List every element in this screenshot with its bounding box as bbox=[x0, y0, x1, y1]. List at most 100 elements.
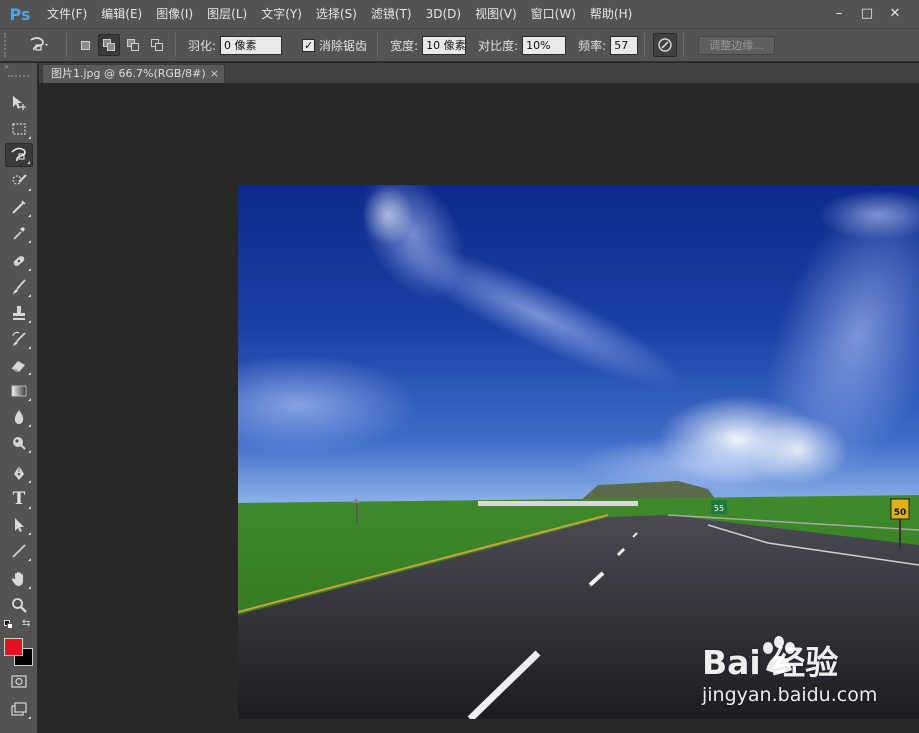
intersect-selection-button[interactable] bbox=[146, 34, 168, 56]
tablet-pressure-button[interactable] bbox=[653, 33, 678, 57]
move-tool[interactable] bbox=[5, 91, 33, 115]
paw-logo-icon bbox=[763, 636, 795, 673]
line-icon bbox=[12, 544, 26, 558]
subtract-from-selection-button[interactable] bbox=[122, 34, 144, 56]
menu-help[interactable]: 帮助(H) bbox=[583, 0, 639, 28]
restore-button[interactable]: □ bbox=[853, 5, 881, 23]
healing-brush-tool[interactable] bbox=[5, 249, 33, 273]
water-drop-icon bbox=[14, 410, 24, 424]
menu-file[interactable]: 文件(F) bbox=[40, 0, 94, 28]
exit-sign-number: 55 bbox=[714, 504, 724, 513]
brush-icon bbox=[13, 279, 26, 294]
clone-stamp-tool[interactable] bbox=[5, 301, 33, 325]
foreground-color-swatch[interactable] bbox=[4, 638, 23, 656]
submenu-indicator bbox=[27, 161, 30, 164]
antialias-checkbox[interactable]: ✓ bbox=[302, 38, 316, 52]
separator bbox=[683, 33, 685, 57]
watermark-url: jingyan.baidu.com bbox=[702, 684, 878, 706]
path-selection-tool[interactable] bbox=[5, 513, 33, 537]
type-tool[interactable]: T bbox=[5, 487, 33, 511]
type-icon: T bbox=[12, 489, 26, 509]
submenu-indicator bbox=[28, 346, 31, 349]
gradient-icon bbox=[11, 385, 27, 397]
zoom-tool[interactable] bbox=[5, 593, 33, 617]
collapse-toolbar-icon[interactable]: » bbox=[0, 63, 37, 73]
quick-mask-button[interactable] bbox=[5, 669, 33, 693]
move-icon bbox=[13, 96, 26, 110]
document-tab[interactable]: 图片1.jpg @ 66.7%(RGB/8#) × bbox=[42, 64, 225, 83]
feather-input[interactable]: 0 像素 bbox=[220, 35, 283, 55]
new-selection-icon bbox=[80, 40, 90, 50]
add-to-selection-button[interactable] bbox=[98, 34, 120, 56]
lasso-icon bbox=[11, 147, 26, 162]
menu-filter[interactable]: 滤镜(T) bbox=[364, 0, 419, 28]
toolbar-grip[interactable] bbox=[8, 75, 29, 83]
pen-pressure-icon bbox=[658, 38, 672, 52]
quick-selection-tool[interactable] bbox=[5, 169, 33, 193]
menu-window[interactable]: 窗口(W) bbox=[524, 0, 583, 28]
rectangular-marquee-tool[interactable] bbox=[5, 117, 33, 141]
menu-3d[interactable]: 3D(D) bbox=[419, 0, 468, 28]
frequency-input[interactable]: 57 bbox=[610, 35, 639, 55]
crop-icon bbox=[12, 200, 26, 214]
blur-tool[interactable] bbox=[5, 405, 33, 429]
screen-mode-icon bbox=[11, 702, 27, 716]
eyedropper-tool[interactable] bbox=[5, 221, 33, 245]
contrast-input[interactable]: 10% bbox=[522, 35, 567, 55]
photoshop-logo: Ps bbox=[9, 4, 31, 24]
dodge-icon bbox=[13, 437, 26, 450]
line-tool[interactable] bbox=[5, 539, 33, 563]
swap-colors-icon[interactable]: ⇆ bbox=[22, 618, 30, 629]
options-bar-grip[interactable] bbox=[4, 33, 10, 57]
submenu-indicator bbox=[28, 506, 31, 509]
eraser-icon bbox=[11, 361, 25, 372]
separator bbox=[66, 33, 67, 57]
separator bbox=[644, 33, 646, 57]
gradient-tool[interactable] bbox=[5, 379, 33, 403]
default-colors-icon[interactable] bbox=[4, 620, 14, 630]
submenu-indicator bbox=[28, 268, 31, 271]
screen-mode-button[interactable] bbox=[5, 697, 33, 721]
refine-edge-button[interactable]: 调整边缘... bbox=[698, 35, 775, 55]
pen-tool[interactable] bbox=[5, 461, 33, 485]
history-brush-tool[interactable] bbox=[5, 327, 33, 351]
menu-layer[interactable]: 图层(L) bbox=[200, 0, 254, 28]
menu-view[interactable]: 视图(V) bbox=[468, 0, 524, 28]
submenu-indicator bbox=[28, 450, 31, 453]
new-selection-button[interactable] bbox=[74, 34, 96, 56]
separator bbox=[377, 33, 379, 57]
frequency-label: 频率: bbox=[578, 38, 607, 53]
submenu-indicator bbox=[28, 558, 31, 561]
close-document-icon[interactable]: × bbox=[210, 65, 219, 82]
submenu-indicator bbox=[28, 214, 31, 217]
bandage-icon bbox=[13, 256, 25, 266]
submenu-indicator bbox=[28, 716, 31, 719]
brush-tool[interactable] bbox=[5, 275, 33, 299]
eyedropper-icon bbox=[13, 227, 25, 240]
menu-edit[interactable]: 编辑(E) bbox=[94, 0, 149, 28]
width-input[interactable]: 10 像素 bbox=[422, 35, 467, 55]
crop-tool[interactable] bbox=[5, 195, 33, 219]
submenu-indicator bbox=[28, 480, 31, 483]
menu-type[interactable]: 文字(Y) bbox=[254, 0, 309, 28]
menu-select[interactable]: 选择(S) bbox=[309, 0, 364, 28]
submenu-indicator bbox=[28, 320, 31, 323]
document-tab-bar: 图片1.jpg @ 66.7%(RGB/8#) × bbox=[39, 63, 919, 83]
baidu-jingyan-watermark: Bai 经验 jingyan.baidu.com bbox=[702, 636, 902, 716]
subtract-selection-icon bbox=[127, 39, 139, 51]
dodge-tool[interactable] bbox=[5, 431, 33, 455]
menu-image[interactable]: 图像(I) bbox=[149, 0, 200, 28]
submenu-indicator bbox=[28, 372, 31, 375]
submenu-indicator bbox=[28, 240, 31, 243]
hand-tool[interactable] bbox=[5, 567, 33, 591]
pen-icon bbox=[14, 466, 24, 480]
magnetic-lasso-tool[interactable] bbox=[5, 143, 33, 167]
history-brush-icon bbox=[12, 331, 26, 346]
antialias-label: 消除锯齿 bbox=[319, 38, 368, 53]
eraser-tool[interactable] bbox=[5, 353, 33, 377]
close-button[interactable]: ✕ bbox=[881, 5, 909, 23]
submenu-indicator bbox=[28, 586, 31, 589]
minimize-button[interactable]: – bbox=[825, 5, 853, 23]
feather-label: 羽化: bbox=[188, 38, 217, 53]
tool-preset-picker[interactable] bbox=[16, 32, 60, 58]
